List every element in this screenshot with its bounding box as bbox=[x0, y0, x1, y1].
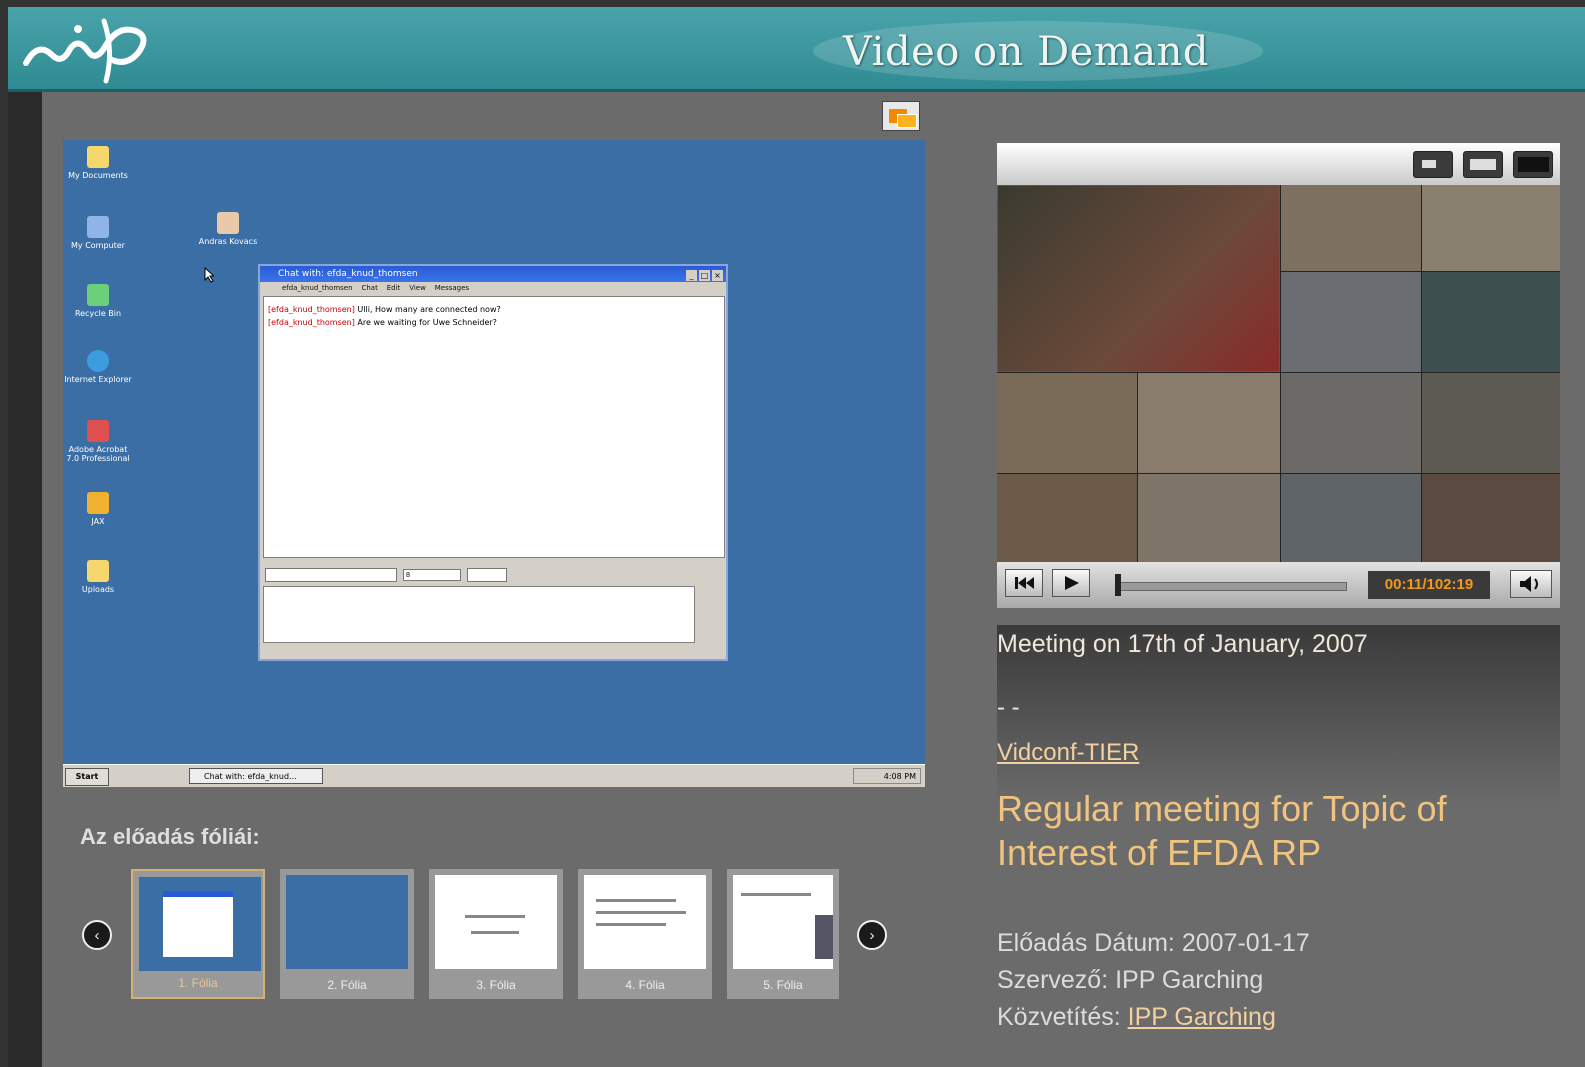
slide-thumbnail[interactable]: 3. Fólia bbox=[429, 869, 563, 999]
meta-date: Előadás Dátum: 2007-01-17 bbox=[997, 929, 1310, 957]
system-tray-clock: 4:08 PM bbox=[853, 768, 921, 784]
chat-window: Chat with: efda_knud_thomsen _ □ × efda_kn… bbox=[258, 264, 728, 661]
video-tile bbox=[1281, 474, 1421, 562]
large-video-icon bbox=[1518, 157, 1549, 172]
video-tile bbox=[1281, 272, 1421, 372]
seek-handle[interactable] bbox=[1115, 574, 1121, 596]
video-tile bbox=[997, 185, 1280, 372]
chevron-left-icon: ‹ bbox=[94, 927, 100, 944]
small-video-icon bbox=[1422, 160, 1436, 168]
time-display: 00:11/102:19 bbox=[1368, 571, 1490, 599]
slides-heading: Az előadás fóliái: bbox=[80, 824, 260, 849]
video-tile bbox=[1138, 474, 1280, 562]
play-icon bbox=[1065, 576, 1079, 590]
video-tile bbox=[997, 474, 1137, 562]
meta-organizer: Szervező: IPP Garching bbox=[997, 966, 1264, 994]
previous-slides-button[interactable]: ‹ bbox=[82, 920, 112, 950]
skip-to-start-button[interactable] bbox=[1005, 569, 1043, 597]
desktop-icon-recycle-bin: Recycle Bin bbox=[63, 284, 133, 318]
desktop-icon-acrobat: Adobe Acrobat 7.0 Professional bbox=[63, 420, 133, 463]
computer-icon bbox=[87, 216, 109, 238]
desktop-icon-jax: JAX bbox=[63, 492, 133, 526]
internet-explorer-icon bbox=[87, 350, 109, 372]
video-size-large-button[interactable] bbox=[1513, 151, 1553, 178]
slide-image bbox=[733, 875, 833, 969]
video-frame[interactable] bbox=[997, 185, 1560, 562]
chat-window-titlebar: Chat with: efda_knud_thomsen _ □ × bbox=[260, 266, 726, 282]
layout-toggle-button[interactable] bbox=[882, 101, 920, 131]
taskbar-item-chat: Chat with: efda_knud... bbox=[189, 768, 323, 784]
video-tile bbox=[1281, 373, 1421, 473]
maximize-icon: □ bbox=[699, 270, 710, 281]
play-button[interactable] bbox=[1052, 569, 1090, 597]
niif-logo[interactable] bbox=[18, 11, 158, 85]
chat-message: [efda_knud_thomsen] Are we waiting for U… bbox=[268, 318, 497, 327]
acrobat-icon bbox=[87, 420, 109, 442]
slide-thumbnail[interactable]: 2. Fólia bbox=[280, 869, 414, 999]
desktop-icon-my-documents: My Documents bbox=[63, 146, 133, 180]
desktop-icon-my-computer: My Computer bbox=[63, 216, 133, 250]
video-tile bbox=[1422, 373, 1560, 473]
start-button: Start bbox=[65, 768, 109, 786]
close-icon: × bbox=[712, 270, 723, 281]
site-header: Video on Demand bbox=[8, 7, 1585, 92]
video-size-bar bbox=[997, 143, 1560, 185]
meeting-subtitle: - - bbox=[997, 694, 1020, 721]
chevron-right-icon: › bbox=[869, 927, 875, 944]
video-tile bbox=[1422, 474, 1560, 562]
volume-button[interactable] bbox=[1510, 570, 1552, 598]
slide-image bbox=[435, 875, 557, 969]
medium-video-icon bbox=[1470, 159, 1496, 170]
folder-icon bbox=[87, 146, 109, 168]
mouse-cursor-icon bbox=[204, 267, 214, 283]
video-controls: 00:11/102:19 bbox=[997, 562, 1560, 608]
desktop-icon-uploads: Uploads bbox=[63, 560, 133, 594]
slide-thumbnail[interactable]: 5. Fólia bbox=[727, 869, 839, 999]
slide-image bbox=[286, 875, 408, 969]
broadcast-link[interactable]: IPP Garching bbox=[1128, 1003, 1276, 1031]
windows-taskbar: Start Chat with: efda_knud... 4:08 PM bbox=[63, 764, 925, 787]
chat-log: [efda_knud_thomsen] Ulli, How many are c… bbox=[263, 296, 725, 558]
page-title: Video on Demand bbox=[843, 29, 1209, 75]
color-select bbox=[467, 567, 507, 582]
video-tile bbox=[997, 373, 1137, 473]
minimize-icon: _ bbox=[686, 270, 697, 281]
slide-thumbnail[interactable]: 4. Fólia bbox=[578, 869, 712, 999]
chat-menubar: efda_knud_thomsen Chat Edit View Message… bbox=[282, 284, 470, 292]
folder-icon bbox=[87, 560, 109, 582]
font-select bbox=[265, 567, 397, 582]
slide-image bbox=[139, 877, 261, 971]
font-size-select: 8 bbox=[403, 568, 461, 581]
recycle-bin-icon bbox=[87, 284, 109, 306]
talk-title: Regular meeting for Topic of Interest of… bbox=[997, 788, 1447, 873]
slide-image bbox=[584, 875, 706, 969]
chat-format-toolbar: 8 bbox=[265, 566, 513, 582]
skip-back-icon bbox=[1015, 577, 1034, 589]
jax-icon bbox=[87, 492, 109, 514]
seek-bar[interactable] bbox=[1115, 582, 1347, 591]
video-tile bbox=[1281, 185, 1421, 271]
desktop-icon-internet-explorer: Internet Explorer bbox=[63, 350, 133, 384]
video-tile bbox=[1422, 185, 1560, 271]
speaker-icon bbox=[1520, 576, 1538, 592]
slide-thumbnail[interactable]: 1. Fólia bbox=[131, 869, 265, 999]
chat-message: [efda_knud_thomsen] Ulli, How many are c… bbox=[268, 305, 501, 314]
left-sidebar bbox=[8, 92, 42, 1067]
video-tile bbox=[1138, 373, 1280, 473]
next-slides-button[interactable]: › bbox=[857, 920, 887, 950]
meeting-name: Meeting on 17th of January, 2007 bbox=[997, 630, 1368, 658]
slide-viewer: My Documents My Computer Andras Kovacs R… bbox=[63, 140, 925, 787]
user-icon bbox=[217, 212, 239, 234]
video-tile bbox=[1422, 272, 1560, 372]
meta-broadcast: Közvetítés: IPP Garching bbox=[997, 1003, 1276, 1031]
desktop-icon-user: Andras Kovacs bbox=[193, 212, 263, 246]
group-link[interactable]: Vidconf-TIER bbox=[997, 739, 1139, 767]
chat-input bbox=[263, 586, 695, 643]
video-size-small-button[interactable] bbox=[1413, 151, 1453, 178]
video-player: 00:11/102:19 bbox=[997, 143, 1560, 608]
video-size-medium-button[interactable] bbox=[1463, 151, 1503, 178]
